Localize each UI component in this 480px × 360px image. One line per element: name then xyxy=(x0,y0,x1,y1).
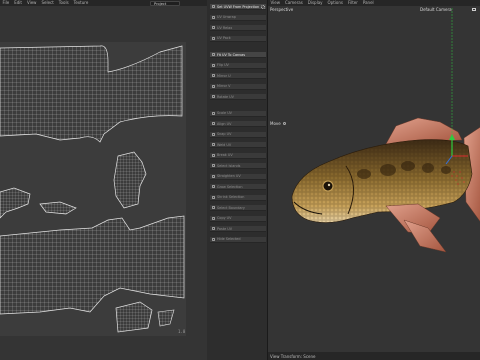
uv-editor-panel: File Edit View Select Tools Texture Proj… xyxy=(0,0,207,360)
command-label: Copy UV xyxy=(217,216,232,220)
cmd-select-islands-button[interactable]: Select Islands xyxy=(210,163,266,169)
command-label: Break UV xyxy=(217,153,233,157)
cmd-uv-pack-button[interactable]: UV Pack xyxy=(210,35,266,42)
command-icon xyxy=(212,95,215,98)
cmd-fit-uv-to-canvas-button[interactable]: Fit UV To Canvas xyxy=(210,52,266,58)
command-icon xyxy=(212,53,215,56)
cmd-weld-uv-button[interactable]: Weld UV xyxy=(210,142,266,148)
perspective-viewport: View Cameras Display Options Filter Pane… xyxy=(268,0,480,360)
command-label: Shrink Selection xyxy=(217,195,245,199)
command-icon xyxy=(212,84,215,88)
command-label: Straighten UV xyxy=(217,174,241,178)
uv-viewport[interactable]: 1.0 xyxy=(0,6,207,360)
uv-island-fin xyxy=(115,301,153,333)
command-icon xyxy=(212,237,215,241)
command-icon xyxy=(212,36,215,40)
command-icon xyxy=(212,206,215,209)
cmd-copy-uv-button[interactable]: Copy UV xyxy=(210,215,266,222)
view-transform-status: View Transform: Scene xyxy=(270,354,316,359)
command-label: Select Islands xyxy=(217,163,241,168)
uv-island-lower-body xyxy=(0,215,185,315)
uv-mode-label: Project xyxy=(154,1,167,6)
cmd-mirror-v-button[interactable]: Mirror V xyxy=(210,83,266,90)
command-icon xyxy=(212,153,215,157)
command-icon xyxy=(212,227,215,230)
cmd-align-uv-button[interactable]: Align UV xyxy=(210,121,266,127)
cmd-uv-relax-button[interactable]: UV Relax xyxy=(210,25,266,31)
uv-tick-right: 1.0 xyxy=(178,329,186,334)
cmd-hide-selected-button[interactable]: Hide Selected xyxy=(210,236,266,243)
command-icon xyxy=(212,164,215,167)
uv-mesh xyxy=(0,45,185,333)
viewport-statusbar: View Transform: Scene xyxy=(268,352,480,360)
cmd-paste-uv-button[interactable]: Paste UV xyxy=(210,226,266,232)
command-icon xyxy=(212,26,215,29)
cmd-rotate-uv-button[interactable]: Rotate UV xyxy=(210,94,266,100)
cmd-snap-uv-button[interactable]: Snap UV xyxy=(210,131,266,138)
command-label: Scale UV xyxy=(217,111,233,115)
command-label: Rotate UV xyxy=(217,94,234,99)
command-icon xyxy=(212,74,215,77)
cmd-shrink-selection-button[interactable]: Shrink Selection xyxy=(210,194,266,201)
gear-icon[interactable] xyxy=(261,5,265,9)
uv-island-sliver xyxy=(157,309,175,327)
command-label: UV Pack xyxy=(217,36,231,40)
command-label: Select Boundary xyxy=(217,205,245,210)
command-icon xyxy=(212,143,215,146)
uv-mode-combo[interactable]: Project xyxy=(150,0,180,6)
command-icon xyxy=(212,132,215,136)
viewport-scene[interactable]: Perspective Default Camera Move xyxy=(268,6,480,352)
command-label: Hide Selected xyxy=(217,237,241,241)
command-label: Weld UV xyxy=(217,142,232,147)
uv-commands-panel: Set UVW From Projection UV Unwrap UV Relax… xyxy=(207,0,268,360)
command-icon xyxy=(212,63,215,67)
command-icon xyxy=(212,185,215,188)
cmd-break-uv-button[interactable]: Break UV xyxy=(210,152,266,159)
uv-island-upper-body xyxy=(0,45,183,143)
command-label: Fit UV To Canvas xyxy=(217,52,246,57)
command-label: Align UV xyxy=(217,121,232,126)
command-label: Grow Selection xyxy=(217,184,243,189)
cmd-grow-selection-button[interactable]: Grow Selection xyxy=(210,184,266,190)
command-icon xyxy=(212,216,215,220)
command-label: UV Unwrap xyxy=(217,15,236,19)
cmd-set-uvw-from-projection-button[interactable]: Set UVW From Projection xyxy=(210,4,266,10)
command-icon xyxy=(212,174,215,178)
uv-canvas[interactable] xyxy=(0,42,186,336)
command-icon xyxy=(212,122,215,125)
command-label: Set UVW From Projection xyxy=(217,4,260,9)
command-icon xyxy=(212,15,215,19)
command-label: UV Relax xyxy=(217,25,233,30)
command-icon xyxy=(212,5,215,8)
cmd-select-boundary-button[interactable]: Select Boundary xyxy=(210,205,266,211)
command-icon xyxy=(212,195,215,199)
command-label: Mirror V xyxy=(217,84,231,88)
command-label: Paste UV xyxy=(217,226,233,231)
uv-island-left-fragment xyxy=(0,187,31,219)
command-icon xyxy=(212,111,215,115)
uv-island-head-piece xyxy=(113,151,147,209)
uv-island-small-fragment xyxy=(39,201,77,215)
cmd-mirror-u-button[interactable]: Mirror U xyxy=(210,73,266,79)
command-label: Snap UV xyxy=(217,132,232,136)
fish-eye xyxy=(322,180,334,192)
command-label: Flip UV xyxy=(217,63,229,67)
cmd-straighten-uv-button[interactable]: Straighten UV xyxy=(210,173,266,180)
command-label: Mirror U xyxy=(217,73,231,78)
cmd-flip-uv-button[interactable]: Flip UV xyxy=(210,62,266,69)
fish-model[interactable] xyxy=(268,6,480,352)
cmd-scale-uv-button[interactable]: Scale UV xyxy=(210,110,266,117)
cmd-uv-unwrap-button[interactable]: UV Unwrap xyxy=(210,14,266,21)
